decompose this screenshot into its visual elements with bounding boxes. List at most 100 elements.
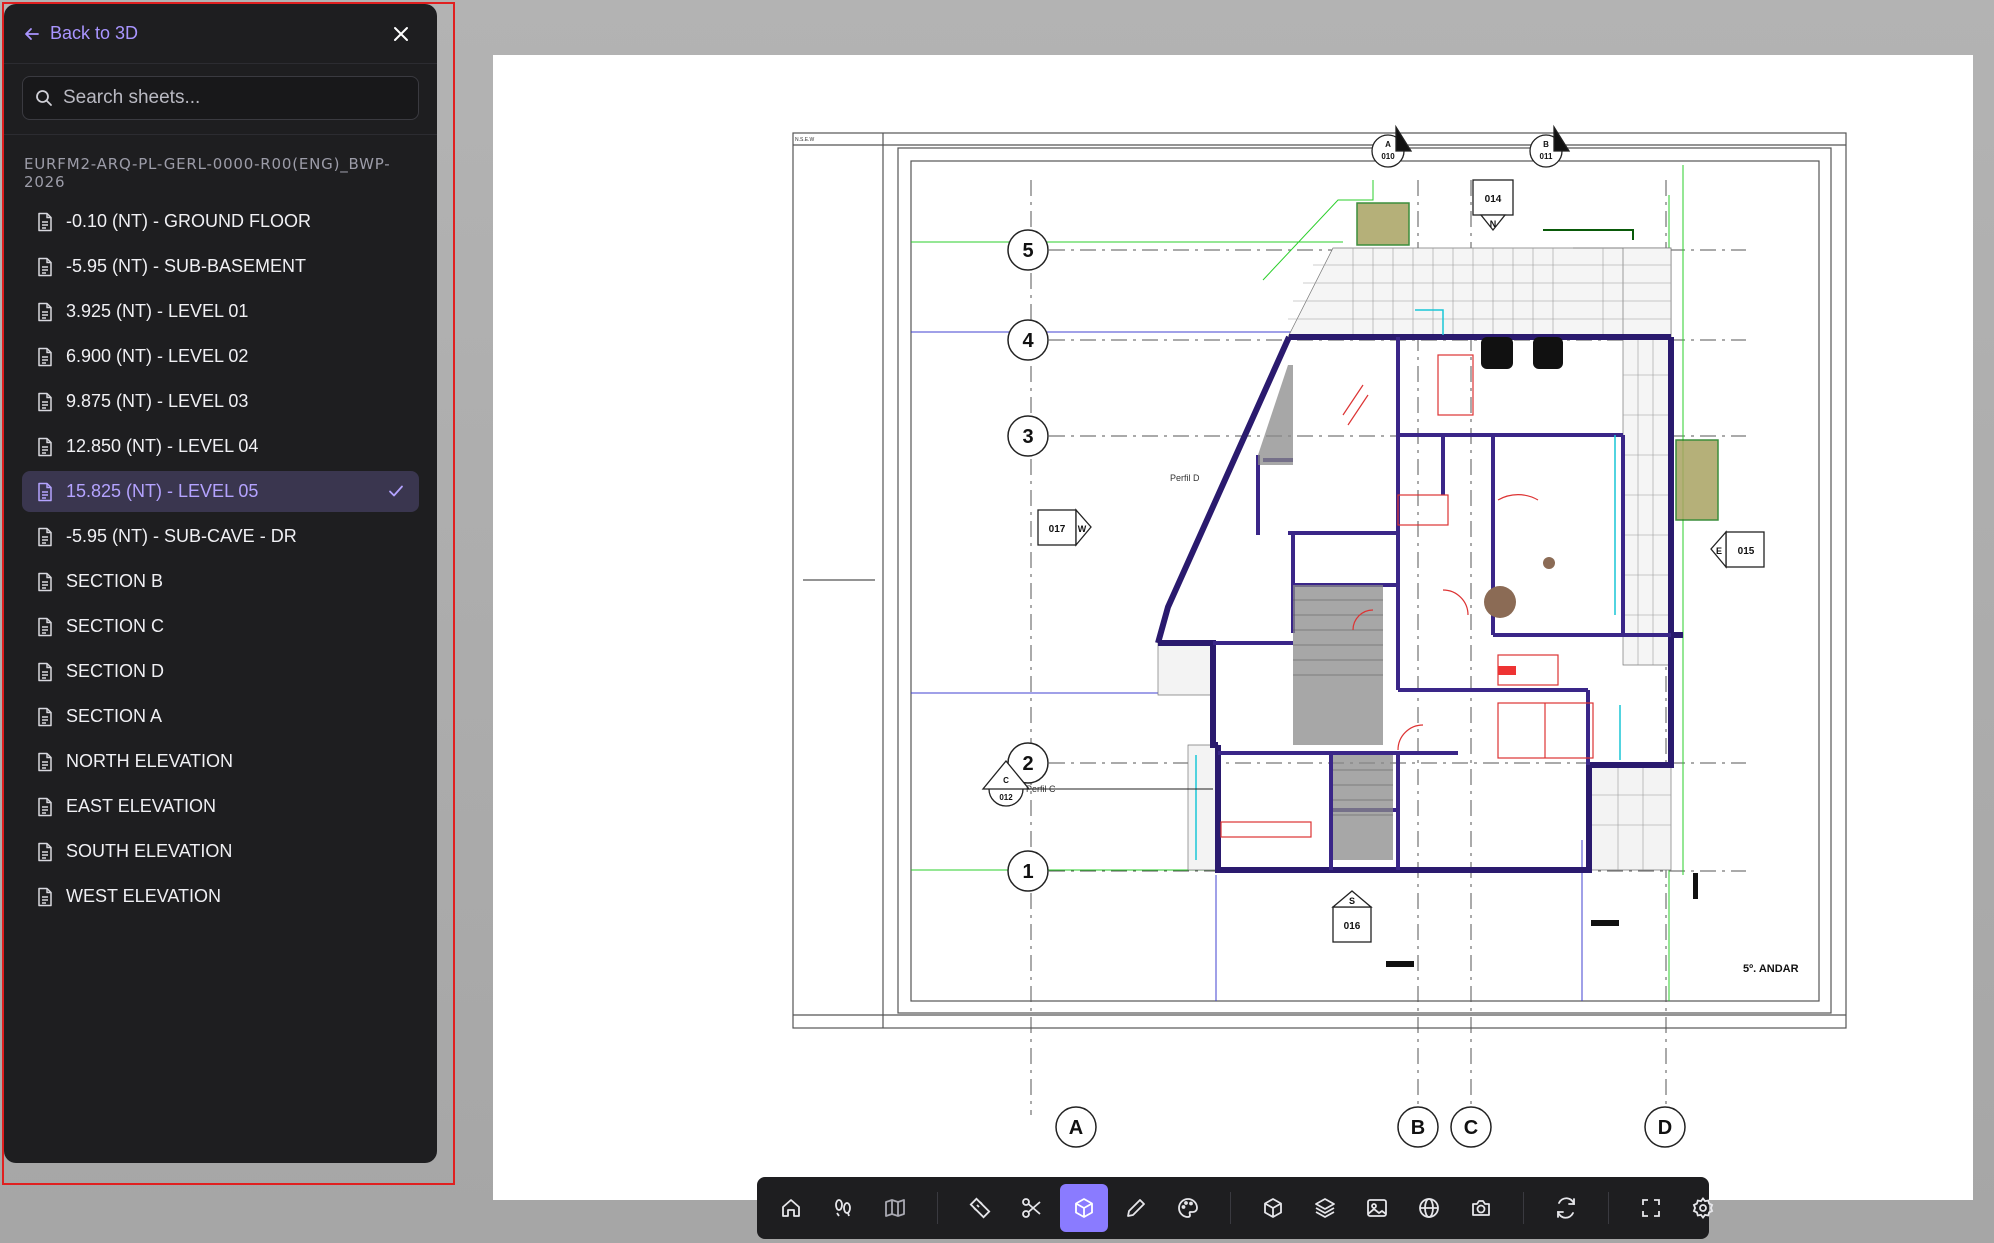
document-icon bbox=[38, 842, 52, 861]
layers-button[interactable] bbox=[1301, 1184, 1349, 1232]
image-icon bbox=[1367, 1199, 1387, 1217]
floor-plan-drawing[interactable]: N.S.E.W 5 4 3 2 1 A B C D A 010 B 011 01… bbox=[493, 55, 1973, 1200]
panel-header: Back to 3D bbox=[4, 4, 437, 64]
pencil-icon bbox=[1127, 1199, 1145, 1217]
document-icon bbox=[38, 887, 52, 906]
image-button[interactable] bbox=[1353, 1184, 1401, 1232]
search-input[interactable] bbox=[63, 87, 406, 109]
sheet-item[interactable]: WEST ELEVATION bbox=[22, 876, 419, 917]
sheet-item[interactable]: SOUTH ELEVATION bbox=[22, 831, 419, 872]
grid-row-label: 2 bbox=[1022, 753, 1033, 775]
grid-col-label: C bbox=[1464, 1117, 1478, 1139]
ruler-icon bbox=[969, 1197, 991, 1219]
tag-number: 012 bbox=[999, 793, 1013, 802]
document-icon bbox=[38, 257, 52, 276]
grid-col-label: A bbox=[1069, 1117, 1083, 1139]
document-icon bbox=[38, 752, 52, 771]
tag-letter: S bbox=[1349, 896, 1355, 906]
back-to-3d-link[interactable]: Back to 3D bbox=[24, 23, 138, 44]
geo-button[interactable] bbox=[1405, 1184, 1453, 1232]
home-icon bbox=[782, 1199, 800, 1217]
svg-text:N.S.E.W: N.S.E.W bbox=[795, 137, 814, 143]
markup-button[interactable] bbox=[1112, 1184, 1160, 1232]
walk-icon bbox=[835, 1199, 851, 1217]
refresh-icon bbox=[1557, 1197, 1575, 1219]
section-label: Perfil D bbox=[1170, 473, 1200, 483]
toolbar-separator bbox=[937, 1192, 938, 1224]
check-icon bbox=[389, 485, 403, 497]
map-button[interactable] bbox=[871, 1184, 919, 1232]
sheet-item[interactable]: SECTION A bbox=[22, 696, 419, 737]
tag-number: 016 bbox=[1344, 921, 1361, 932]
close-icon bbox=[394, 26, 408, 41]
tag-letter: N bbox=[1490, 219, 1497, 229]
sheet-item[interactable]: NORTH ELEVATION bbox=[22, 741, 419, 782]
tag-number: 017 bbox=[1049, 524, 1066, 535]
map-icon bbox=[885, 1199, 905, 1217]
grid-row-label: 3 bbox=[1022, 426, 1033, 448]
walk-button[interactable] bbox=[819, 1184, 867, 1232]
search-box bbox=[22, 76, 419, 120]
sheet-item[interactable]: EAST ELEVATION bbox=[22, 786, 419, 827]
sheet-item[interactable]: 6.900 (NT) - LEVEL 02 bbox=[22, 336, 419, 377]
sheet-label: SECTION D bbox=[66, 661, 165, 681]
grid-row-label: 5 bbox=[1022, 240, 1033, 262]
tag-number: 011 bbox=[1540, 152, 1553, 161]
fullscreen-button[interactable] bbox=[1627, 1184, 1675, 1232]
model-button[interactable] bbox=[1249, 1184, 1297, 1232]
tag-letter: B bbox=[1543, 140, 1549, 149]
document-icon bbox=[38, 347, 52, 366]
tag-number: 010 bbox=[1381, 152, 1395, 161]
sheet-item[interactable]: 15.825 (NT) - LEVEL 05 bbox=[22, 471, 419, 512]
sheet-list: -0.10 (NT) - GROUND FLOOR -5.95 (NT) - SU… bbox=[4, 201, 437, 917]
grid-row-label: 1 bbox=[1022, 861, 1033, 883]
sheet-item[interactable]: SECTION C bbox=[22, 606, 419, 647]
measure-button[interactable] bbox=[956, 1184, 1004, 1232]
section-cut-button[interactable] bbox=[1008, 1184, 1056, 1232]
sheet-item[interactable]: SECTION B bbox=[22, 561, 419, 602]
document-icon bbox=[38, 482, 52, 501]
sheet-label: -0.10 (NT) - GROUND FLOOR bbox=[66, 211, 312, 231]
settings-icon bbox=[1692, 1197, 1714, 1219]
sheet-label: SECTION B bbox=[66, 571, 164, 591]
tag-number: 014 bbox=[1485, 194, 1502, 205]
document-icon bbox=[38, 437, 52, 456]
screenshot-button[interactable] bbox=[1457, 1184, 1505, 1232]
tag-number: 015 bbox=[1738, 546, 1755, 557]
sheet-viewer[interactable]: N.S.E.W 5 4 3 2 1 A B C D A 010 B 011 01… bbox=[493, 55, 1973, 1200]
sheet-item[interactable]: -5.95 (NT) - SUB-BASEMENT bbox=[22, 246, 419, 287]
sheet-item[interactable]: SECTION D bbox=[22, 651, 419, 692]
tag-letter: C bbox=[1003, 776, 1009, 785]
globe-icon bbox=[1419, 1198, 1439, 1218]
sync-button[interactable] bbox=[1542, 1184, 1590, 1232]
grid-row-label: 4 bbox=[1022, 330, 1034, 352]
back-to-3d-label: Back to 3D bbox=[50, 23, 139, 43]
box-icon bbox=[1264, 1198, 1282, 1218]
sheet-item[interactable]: -0.10 (NT) - GROUND FLOOR bbox=[22, 201, 419, 242]
sheet-item[interactable]: 9.875 (NT) - LEVEL 03 bbox=[22, 381, 419, 422]
document-icon bbox=[38, 302, 52, 321]
toolbar-separator bbox=[1230, 1192, 1231, 1224]
home-button[interactable] bbox=[767, 1184, 815, 1232]
close-button[interactable] bbox=[387, 20, 415, 48]
sheet-item[interactable]: 3.925 (NT) - LEVEL 01 bbox=[22, 291, 419, 332]
search-icon bbox=[36, 90, 52, 106]
document-icon bbox=[38, 212, 52, 231]
toolbar-separator bbox=[1523, 1192, 1524, 1224]
appearance-button[interactable] bbox=[1164, 1184, 1212, 1232]
grid-col-label: D bbox=[1658, 1117, 1672, 1139]
camera-icon bbox=[1472, 1200, 1490, 1216]
sheet-item[interactable]: -5.95 (NT) - SUB-CAVE - DR bbox=[22, 516, 419, 557]
sheet-label: NORTH ELEVATION bbox=[66, 751, 234, 771]
document-icon bbox=[38, 392, 52, 411]
sheet-item[interactable]: 12.850 (NT) - LEVEL 04 bbox=[22, 426, 419, 467]
settings-button[interactable] bbox=[1679, 1184, 1727, 1232]
sheets-panel: Back to 3D EURFM2-ARQ-PL-GERL-0000-R00(E… bbox=[4, 4, 437, 1163]
sheet-label: WEST ELEVATION bbox=[66, 886, 222, 906]
sheet-label: SOUTH ELEVATION bbox=[66, 841, 233, 861]
tag-letter: E bbox=[1716, 546, 1722, 556]
toolbar-separator bbox=[1608, 1192, 1609, 1224]
sheets-button[interactable] bbox=[1060, 1184, 1108, 1232]
cube-icon bbox=[1075, 1198, 1093, 1218]
viewer-toolbar bbox=[757, 1177, 1714, 1239]
